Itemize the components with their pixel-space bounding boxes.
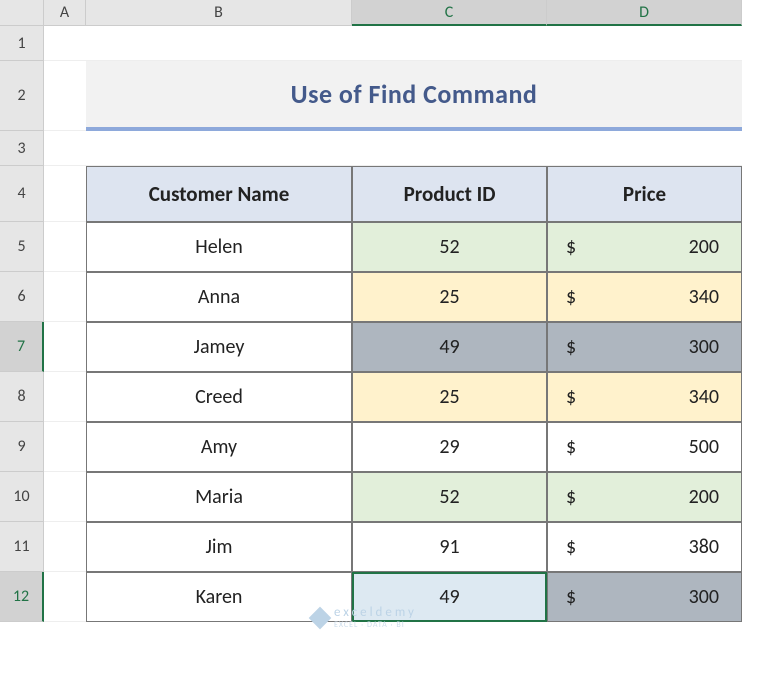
cell-pid-helen[interactable]: 52 [352, 222, 547, 272]
currency-symbol: $ [566, 285, 576, 309]
row-header-8[interactable]: 8 [0, 372, 44, 422]
cell-A5[interactable] [44, 222, 86, 272]
cell-A8[interactable] [44, 372, 86, 422]
cell-price-helen[interactable]: $ 200 [547, 222, 742, 272]
row-header-2[interactable]: 2 [0, 61, 44, 131]
cell-price-creed[interactable]: $ 340 [547, 372, 742, 422]
price-value: 300 [689, 585, 719, 609]
col-header-B[interactable]: B [86, 0, 352, 26]
price-value: 340 [689, 385, 719, 409]
currency-symbol: $ [566, 235, 576, 259]
currency-symbol: $ [566, 435, 576, 459]
cell-A7[interactable] [44, 322, 86, 372]
header-price[interactable]: Price [547, 166, 742, 222]
row-header-10[interactable]: 10 [0, 472, 44, 522]
currency-symbol: $ [566, 585, 576, 609]
cell-A12[interactable] [44, 572, 86, 622]
cell-C1[interactable] [352, 26, 547, 61]
row-header-5[interactable]: 5 [0, 222, 44, 272]
cell-price-anna[interactable]: $ 340 [547, 272, 742, 322]
cell-price-maria[interactable]: $ 200 [547, 472, 742, 522]
cell-A9[interactable] [44, 422, 86, 472]
row-header-7[interactable]: 7 [0, 322, 44, 372]
cell-pid-amy[interactable]: 29 [352, 422, 547, 472]
cell-B1[interactable] [86, 26, 352, 61]
cell-pid-maria[interactable]: 52 [352, 472, 547, 522]
header-customer-name[interactable]: Customer Name [86, 166, 352, 222]
row-header-9[interactable]: 9 [0, 422, 44, 472]
cell-price-amy[interactable]: $ 500 [547, 422, 742, 472]
row-header-1[interactable]: 1 [0, 26, 44, 61]
spreadsheet-grid: A B C D 1 2 Use of Find Command 3 4 Cust… [0, 0, 767, 622]
cell-A2[interactable] [44, 61, 86, 131]
row-header-12[interactable]: 12 [0, 572, 44, 622]
cell-pid-creed[interactable]: 25 [352, 372, 547, 422]
cell-A4[interactable] [44, 166, 86, 222]
cell-name-karen[interactable]: Karen [86, 572, 352, 622]
cell-name-helen[interactable]: Helen [86, 222, 352, 272]
cell-D1[interactable] [547, 26, 742, 61]
row-header-4[interactable]: 4 [0, 166, 44, 222]
cell-pid-jim[interactable]: 91 [352, 522, 547, 572]
header-product-id[interactable]: Product ID [352, 166, 547, 222]
cell-name-jim[interactable]: Jim [86, 522, 352, 572]
currency-symbol: $ [566, 335, 576, 359]
col-header-D[interactable]: D [547, 0, 742, 26]
row-header-3[interactable]: 3 [0, 131, 44, 166]
cell-C3[interactable] [352, 131, 547, 166]
cell-name-creed[interactable]: Creed [86, 372, 352, 422]
cell-price-jim[interactable]: $ 380 [547, 522, 742, 572]
col-header-C[interactable]: C [352, 0, 547, 26]
price-value: 340 [689, 285, 719, 309]
cell-A1[interactable] [44, 26, 86, 61]
price-value: 500 [689, 435, 719, 459]
price-value: 200 [689, 235, 719, 259]
cell-name-maria[interactable]: Maria [86, 472, 352, 522]
row-header-6[interactable]: 6 [0, 272, 44, 322]
cell-name-jamey[interactable]: Jamey [86, 322, 352, 372]
cell-pid-karen[interactable]: 49 [352, 572, 547, 622]
cell-pid-anna[interactable]: 25 [352, 272, 547, 322]
price-value: 300 [689, 335, 719, 359]
currency-symbol: $ [566, 485, 576, 509]
title-cell[interactable]: Use of Find Command [86, 61, 742, 131]
cell-B3[interactable] [86, 131, 352, 166]
cell-pid-jamey[interactable]: 49 [352, 322, 547, 372]
cell-A3[interactable] [44, 131, 86, 166]
price-value: 380 [689, 535, 719, 559]
cell-A11[interactable] [44, 522, 86, 572]
col-header-A[interactable]: A [44, 0, 86, 26]
cell-name-amy[interactable]: Amy [86, 422, 352, 472]
currency-symbol: $ [566, 385, 576, 409]
cell-A10[interactable] [44, 472, 86, 522]
cell-A6[interactable] [44, 272, 86, 322]
currency-symbol: $ [566, 535, 576, 559]
cell-price-jamey[interactable]: $ 300 [547, 322, 742, 372]
row-header-11[interactable]: 11 [0, 522, 44, 572]
cell-price-karen[interactable]: $ 300 [547, 572, 742, 622]
cell-name-anna[interactable]: Anna [86, 272, 352, 322]
select-all-corner[interactable] [0, 0, 44, 26]
cell-D3[interactable] [547, 131, 742, 166]
price-value: 200 [689, 485, 719, 509]
